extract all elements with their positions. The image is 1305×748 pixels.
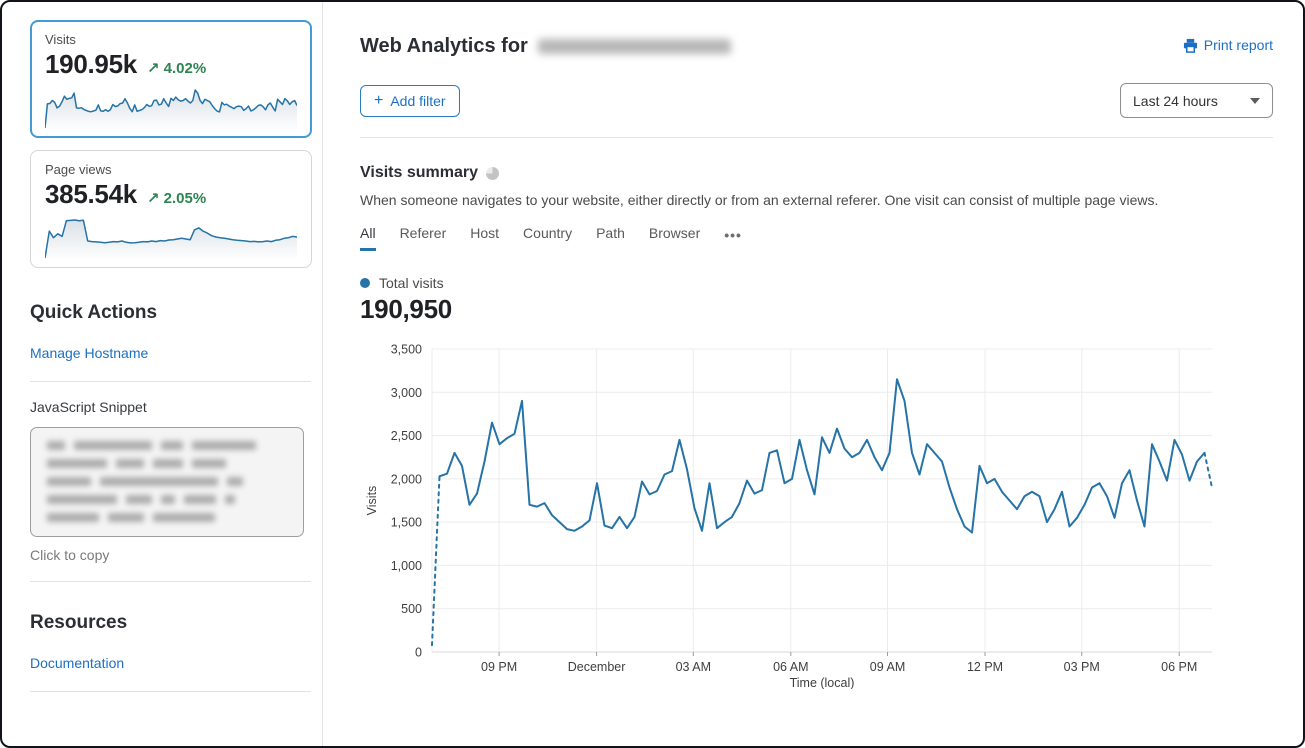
visits-card-delta: ↗ 4.02% bbox=[147, 59, 206, 77]
js-snippet-label: JavaScript Snippet bbox=[30, 399, 311, 415]
svg-text:2,000: 2,000 bbox=[391, 472, 422, 486]
visits-summary-section: Visits summary When someone navigates to… bbox=[360, 164, 1273, 694]
svg-text:03 PM: 03 PM bbox=[1064, 660, 1100, 674]
legend-label: Total visits bbox=[379, 275, 444, 291]
svg-text:500: 500 bbox=[401, 602, 422, 616]
printer-icon bbox=[1183, 38, 1198, 53]
svg-text:09 PM: 09 PM bbox=[481, 660, 517, 674]
sidebar: Visits 190.95k ↗ 4.02% Page views 385.54… bbox=[2, 2, 323, 746]
blurred-code-line bbox=[47, 459, 287, 468]
js-snippet-copy-box[interactable] bbox=[30, 427, 304, 537]
manage-hostname-link[interactable]: Manage Hostname bbox=[30, 345, 148, 361]
divider bbox=[30, 581, 311, 582]
blurred-code-line bbox=[47, 495, 287, 504]
resources-title: Resources bbox=[30, 612, 311, 634]
app-window: Visits 190.95k ↗ 4.02% Page views 385.54… bbox=[0, 0, 1305, 748]
svg-text:03 AM: 03 AM bbox=[676, 660, 711, 674]
legend-dot-icon bbox=[360, 278, 370, 288]
visits-metric-card[interactable]: Visits 190.95k ↗ 4.02% bbox=[30, 20, 312, 138]
visits-card-label: Visits bbox=[45, 32, 297, 47]
svg-text:3,500: 3,500 bbox=[391, 343, 422, 357]
add-filter-button[interactable]: + Add filter bbox=[360, 85, 460, 117]
svg-text:2,500: 2,500 bbox=[391, 429, 422, 443]
visits-sparkline-chart bbox=[45, 85, 297, 131]
plus-icon: + bbox=[374, 93, 383, 109]
svg-text:1,500: 1,500 bbox=[391, 516, 422, 530]
blurred-domain-name bbox=[538, 39, 731, 54]
svg-text:Time (local): Time (local) bbox=[790, 676, 855, 689]
tab-country[interactable]: Country bbox=[523, 225, 572, 251]
tabs-overflow-menu[interactable]: ••• bbox=[724, 227, 742, 250]
page-title: Web Analytics for bbox=[360, 35, 731, 58]
divider bbox=[30, 691, 311, 692]
svg-text:12 PM: 12 PM bbox=[967, 660, 1003, 674]
summary-tabs: All Referer Host Country Path Browser ••… bbox=[360, 225, 1273, 251]
time-range-value: Last 24 hours bbox=[1133, 93, 1218, 109]
trend-up-icon: ↗ bbox=[147, 190, 160, 207]
trend-up-icon: ↗ bbox=[147, 60, 160, 77]
pageviews-card-delta: ↗ 2.05% bbox=[147, 189, 206, 207]
divider bbox=[30, 381, 311, 382]
visits-summary-description: When someone navigates to your website, … bbox=[360, 192, 1273, 208]
pageviews-card-label: Page views bbox=[45, 162, 297, 177]
svg-text:3,000: 3,000 bbox=[391, 386, 422, 400]
tab-browser[interactable]: Browser bbox=[649, 225, 700, 251]
blurred-code-line bbox=[47, 477, 287, 486]
tab-all[interactable]: All bbox=[360, 225, 376, 251]
divider bbox=[360, 137, 1273, 138]
blurred-code-line bbox=[47, 441, 287, 450]
visits-summary-title: Visits summary bbox=[360, 164, 478, 182]
pageviews-card-value: 385.54k bbox=[45, 179, 137, 210]
main-content: Web Analytics for Print report + Add fil… bbox=[323, 2, 1303, 746]
visits-card-value: 190.95k bbox=[45, 49, 137, 80]
quick-actions-title: Quick Actions bbox=[30, 302, 311, 324]
time-range-dropdown[interactable]: Last 24 hours bbox=[1120, 83, 1273, 118]
tab-referer[interactable]: Referer bbox=[400, 225, 447, 251]
documentation-link[interactable]: Documentation bbox=[30, 655, 124, 671]
pageviews-sparkline-chart bbox=[45, 215, 297, 261]
blurred-code-line bbox=[47, 513, 287, 522]
total-visits-value: 190,950 bbox=[360, 294, 1273, 325]
tab-path[interactable]: Path bbox=[596, 225, 625, 251]
svg-text:Visits: Visits bbox=[365, 486, 379, 516]
svg-text:0: 0 bbox=[415, 646, 422, 660]
svg-text:1,000: 1,000 bbox=[391, 559, 422, 573]
help-icon[interactable] bbox=[486, 167, 499, 180]
chart-legend: Total visits bbox=[360, 275, 1273, 291]
svg-text:06 AM: 06 AM bbox=[773, 660, 808, 674]
svg-text:December: December bbox=[568, 660, 626, 674]
print-report-link[interactable]: Print report bbox=[1183, 37, 1273, 53]
click-to-copy-hint: Click to copy bbox=[30, 547, 311, 563]
tab-host[interactable]: Host bbox=[470, 225, 499, 251]
pageviews-metric-card[interactable]: Page views 385.54k ↗ 2.05% bbox=[30, 150, 312, 268]
chevron-down-icon bbox=[1250, 98, 1260, 104]
svg-text:09 AM: 09 AM bbox=[870, 660, 905, 674]
svg-text:06 PM: 06 PM bbox=[1161, 660, 1197, 674]
visits-line-chart[interactable]: 0 500 1,000 1,500 2,000 2,500 3,000 3,500 09 PM D… bbox=[360, 337, 1222, 689]
